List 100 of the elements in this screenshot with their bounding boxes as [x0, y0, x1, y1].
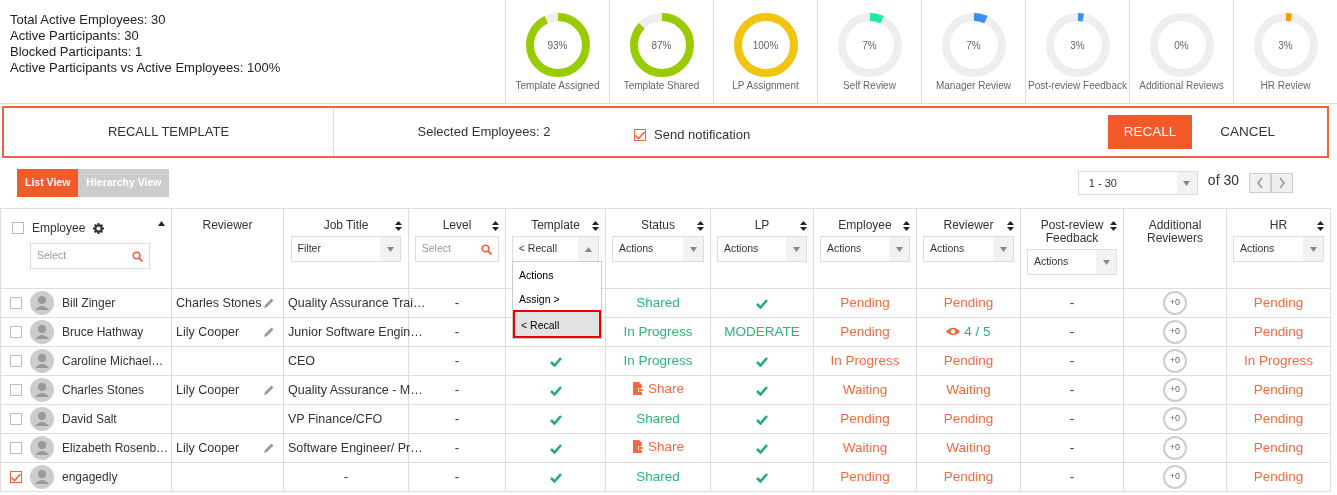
table-cell: - [1069, 294, 1075, 310]
avatar-icon [30, 436, 54, 460]
pencil-icon[interactable] [263, 384, 275, 396]
employee-name: Bruce Hathway [62, 324, 144, 341]
sort-icon[interactable] [492, 221, 499, 231]
donut-reading: 100% [752, 38, 779, 52]
table-cell: Shared [636, 294, 680, 310]
column-header[interactable]: Employee [32, 219, 86, 237]
panel-title: RECALL TEMPLATE [4, 108, 334, 156]
share-document-icon [632, 440, 644, 454]
filter-select[interactable]: Actions [922, 236, 1015, 262]
sort-icon[interactable] [800, 221, 807, 231]
column-header[interactable]: Reviewer [175, 219, 280, 232]
sort-icon[interactable] [395, 221, 402, 231]
add-reviewer-button[interactable]: +0 [1163, 291, 1187, 315]
select-all-checkbox[interactable] [12, 222, 24, 234]
column-header[interactable]: Employee [817, 219, 913, 232]
add-reviewer-button[interactable]: +0 [1163, 349, 1187, 373]
summary-line: Active Participants: 30 [10, 28, 140, 44]
pencil-icon[interactable] [263, 297, 275, 309]
column-header[interactable]: Level [412, 219, 502, 232]
row-checkbox[interactable] [10, 297, 22, 309]
table-cell: Waiting [946, 381, 991, 397]
table-cell: MODERATE [724, 323, 800, 339]
column-header[interactable]: Job Title [287, 219, 405, 232]
column-header[interactable]: Status [609, 219, 707, 232]
sort-icon[interactable] [697, 221, 704, 231]
next-page-button[interactable] [1271, 173, 1293, 193]
caret-down-icon [792, 246, 800, 252]
row-checkbox[interactable] [10, 355, 22, 367]
table-cell: In Progress [623, 323, 693, 339]
page-range-select[interactable]: 1 - 30 [1077, 171, 1198, 195]
column-header[interactable]: Post-review Feedback [1024, 219, 1120, 245]
donut-label: Additional Reviews [1139, 79, 1224, 92]
add-reviewer-button[interactable]: +0 [1163, 465, 1187, 489]
row-checkbox[interactable] [10, 413, 22, 425]
column-header[interactable]: Reviewer [920, 219, 1017, 232]
table-cell: - [1069, 381, 1075, 397]
donut-label: Template Assigned [515, 79, 600, 92]
filter-select[interactable]: Actions [1232, 236, 1325, 262]
sort-icon[interactable] [158, 221, 165, 226]
table-cell: - [454, 468, 460, 484]
caret-up-icon [584, 246, 592, 252]
filter-select[interactable]: Actions [1026, 249, 1118, 275]
table-cell: - [1069, 439, 1075, 455]
caret-down-icon [895, 246, 903, 252]
summary-line: Blocked Participants: 1 [10, 44, 144, 60]
filter-select[interactable]: Filter [290, 236, 402, 262]
settings-icon[interactable] [93, 222, 105, 234]
notify-checkbox[interactable] [634, 129, 646, 141]
table-cell-text: Software Engineer/ Pr… [288, 439, 423, 457]
donut-reading: 93% [547, 38, 568, 52]
caret-down-icon [999, 246, 1007, 252]
add-reviewer-button[interactable]: +0 [1163, 378, 1187, 402]
add-reviewer-button[interactable]: +0 [1163, 320, 1187, 344]
review-count: 4 / 5 [964, 322, 991, 341]
row-checkbox[interactable] [10, 442, 22, 454]
column-header[interactable]: Template [509, 219, 602, 232]
donut-chart [1044, 11, 1111, 78]
menu-item[interactable]: < Recall [513, 310, 601, 338]
add-reviewer-button[interactable]: +0 [1163, 436, 1187, 460]
add-reviewer-button[interactable]: +0 [1163, 407, 1187, 431]
sort-icon[interactable] [1007, 221, 1014, 231]
employee-name: engagedly [62, 469, 118, 486]
table-cell: - [454, 381, 460, 397]
selected-count: Selected Employees: 2 [416, 123, 552, 142]
row-checkbox[interactable] [10, 471, 22, 483]
filter-select[interactable]: < Recall [511, 236, 600, 262]
column-header[interactable]: HR [1230, 219, 1327, 232]
check-icon [756, 471, 768, 483]
sort-icon[interactable] [1110, 221, 1117, 231]
share-document-icon [632, 382, 644, 396]
table-cell-text: VP Finance/CFO [288, 410, 383, 428]
pencil-icon[interactable] [263, 326, 275, 338]
sort-icon[interactable] [903, 221, 910, 231]
cancel-button[interactable]: CANCEL [1204, 114, 1291, 150]
sort-icon[interactable] [592, 221, 599, 231]
row-checkbox[interactable] [10, 384, 22, 396]
pencil-icon[interactable] [263, 442, 275, 454]
column-header[interactable]: LP [714, 219, 810, 232]
filter-select[interactable]: Actions [716, 236, 808, 262]
table-cell: Pending [943, 468, 994, 484]
table-cell: In Progress [830, 352, 900, 368]
prev-page-button[interactable] [1249, 173, 1271, 193]
table-cell: - [454, 323, 460, 339]
table-cell: Pending [943, 410, 994, 426]
donut-chart [836, 11, 903, 78]
employee-name: Elizabeth Rosenb… [62, 440, 169, 457]
eye-icon [946, 327, 961, 337]
check-icon [756, 442, 768, 454]
filter-select[interactable]: Actions [611, 236, 705, 262]
table-cell: - [1069, 352, 1075, 368]
donut-reading: 3% [1070, 38, 1085, 52]
donut-chart [524, 11, 591, 78]
table-cell: Pending [840, 294, 890, 310]
table-cell: In Progress [623, 352, 693, 368]
filter-select[interactable]: Actions [819, 236, 911, 262]
donut-label: Manager Review [935, 79, 1011, 92]
sort-icon[interactable] [1317, 221, 1324, 231]
row-checkbox[interactable] [10, 326, 22, 338]
